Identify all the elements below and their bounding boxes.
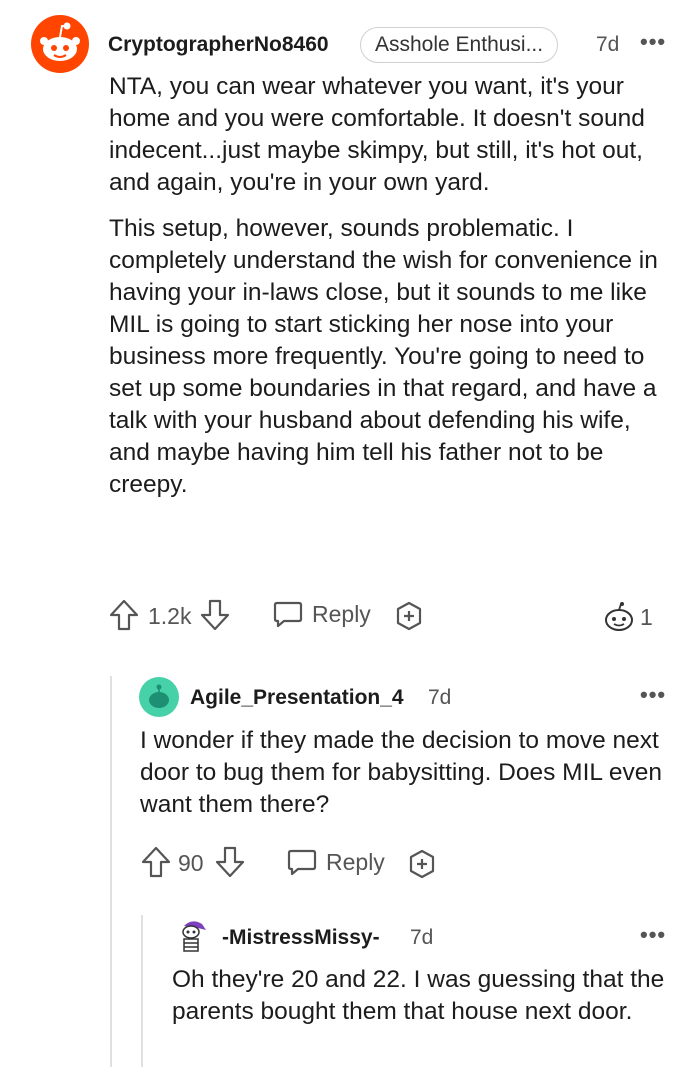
comment-paragraph: This setup, however, sounds problematic.… [109, 215, 658, 498]
downvote-button[interactable] [214, 845, 246, 879]
downvote-icon [215, 846, 245, 878]
upvote-button[interactable] [140, 845, 172, 879]
award-plus-icon [409, 849, 435, 879]
comment-body: I wonder if they made the decision to mo… [140, 727, 663, 818]
comment-username[interactable]: Agile_Presentation_4 [190, 686, 404, 710]
more-options-icon[interactable]: ••• [640, 682, 666, 708]
thread-line[interactable] [110, 676, 112, 1067]
award-plus-icon [396, 601, 422, 631]
thread-line[interactable] [141, 915, 143, 1067]
reply-label: Reply [312, 600, 371, 627]
avatar[interactable] [172, 916, 212, 956]
reply-button[interactable]: Reply [272, 598, 371, 630]
downvote-icon [200, 599, 230, 631]
user-flair: Asshole Enthusi... [360, 27, 559, 63]
more-options-icon[interactable]: ••• [640, 922, 666, 948]
avatar[interactable] [139, 677, 179, 717]
more-options-icon[interactable]: ••• [640, 29, 666, 55]
snoo-award-icon [605, 602, 633, 631]
award-button[interactable] [406, 848, 438, 880]
comment-username[interactable]: CryptographerNo8460 [108, 33, 329, 57]
comment-body: Oh they're 20 and 22. I was guessing tha… [172, 966, 665, 1025]
upvote-icon [109, 599, 139, 631]
comment-time: 7d [410, 926, 434, 949]
award-button[interactable] [393, 600, 425, 632]
awards-display[interactable]: 1 [602, 601, 653, 633]
comment-username[interactable]: -MistressMissy- [222, 926, 380, 950]
upvote-button[interactable] [108, 598, 140, 632]
snoo-icon [182, 921, 206, 952]
comment-bubble-icon [287, 849, 317, 876]
reply-button[interactable]: Reply [286, 846, 385, 878]
snoo-icon [149, 684, 169, 708]
vote-count: 90 [178, 850, 204, 876]
downvote-button[interactable] [199, 598, 231, 632]
vote-count: 1.2k [148, 603, 192, 629]
reply-label: Reply [326, 848, 385, 875]
upvote-icon [141, 846, 171, 878]
comment-bubble-icon [273, 601, 303, 628]
comment-body: NTA, you can wear whatever you want, it'… [109, 71, 669, 515]
award-count: 1 [640, 603, 653, 630]
comment-time: 7d [596, 33, 620, 56]
snoo-icon [40, 22, 80, 61]
comment-paragraph: NTA, you can wear whatever you want, it'… [109, 73, 645, 196]
avatar[interactable] [31, 15, 89, 73]
comment-time: 7d [428, 686, 452, 709]
